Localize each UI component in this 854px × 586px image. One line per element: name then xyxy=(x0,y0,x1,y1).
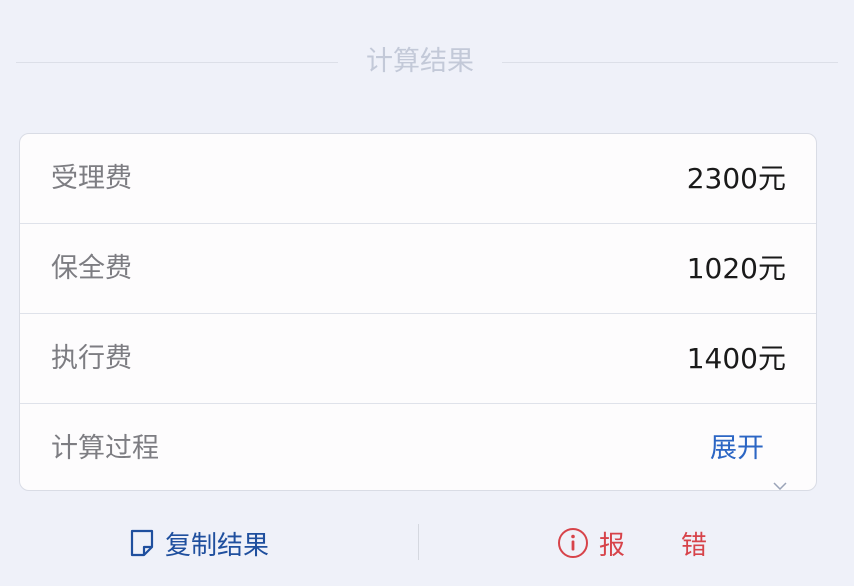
copy-result-button[interactable]: 复制结果 xyxy=(129,510,269,576)
fee-value: 1020元 xyxy=(686,252,786,285)
process-row: 计算过程 展开 xyxy=(20,404,816,490)
copy-result-label: 复制结果 xyxy=(165,530,270,561)
fee-row-acceptance: 受理费 2300元 xyxy=(20,134,816,224)
report-error-button[interactable]: 报错 xyxy=(557,510,763,576)
fee-label: 保全费 xyxy=(51,253,132,284)
action-divider xyxy=(418,524,419,560)
fee-value: 1400元 xyxy=(686,342,786,375)
info-circle-icon xyxy=(557,527,589,559)
expand-label: 展开 xyxy=(710,433,764,464)
process-label: 计算过程 xyxy=(51,433,159,464)
expand-toggle[interactable]: 展开 xyxy=(710,404,788,490)
chevron-down-icon xyxy=(772,441,788,490)
fee-label: 受理费 xyxy=(51,163,132,194)
fee-value: 2300元 xyxy=(686,162,786,195)
section-title: 计算结果 xyxy=(366,46,474,77)
fee-label: 执行费 xyxy=(51,343,132,374)
fee-row-execution: 执行费 1400元 xyxy=(20,314,816,404)
report-error-label: 报错 xyxy=(599,530,764,561)
action-bar: 复制结果 报错 xyxy=(19,510,817,576)
result-card: 受理费 2300元 保全费 1020元 执行费 1400元 计算过程 展开 xyxy=(19,133,817,491)
section-header: 计算结果 xyxy=(16,40,838,84)
header-divider-right xyxy=(502,62,838,63)
fee-row-preservation: 保全费 1020元 xyxy=(20,224,816,314)
document-copy-icon xyxy=(129,528,155,558)
header-divider-left xyxy=(16,62,338,63)
